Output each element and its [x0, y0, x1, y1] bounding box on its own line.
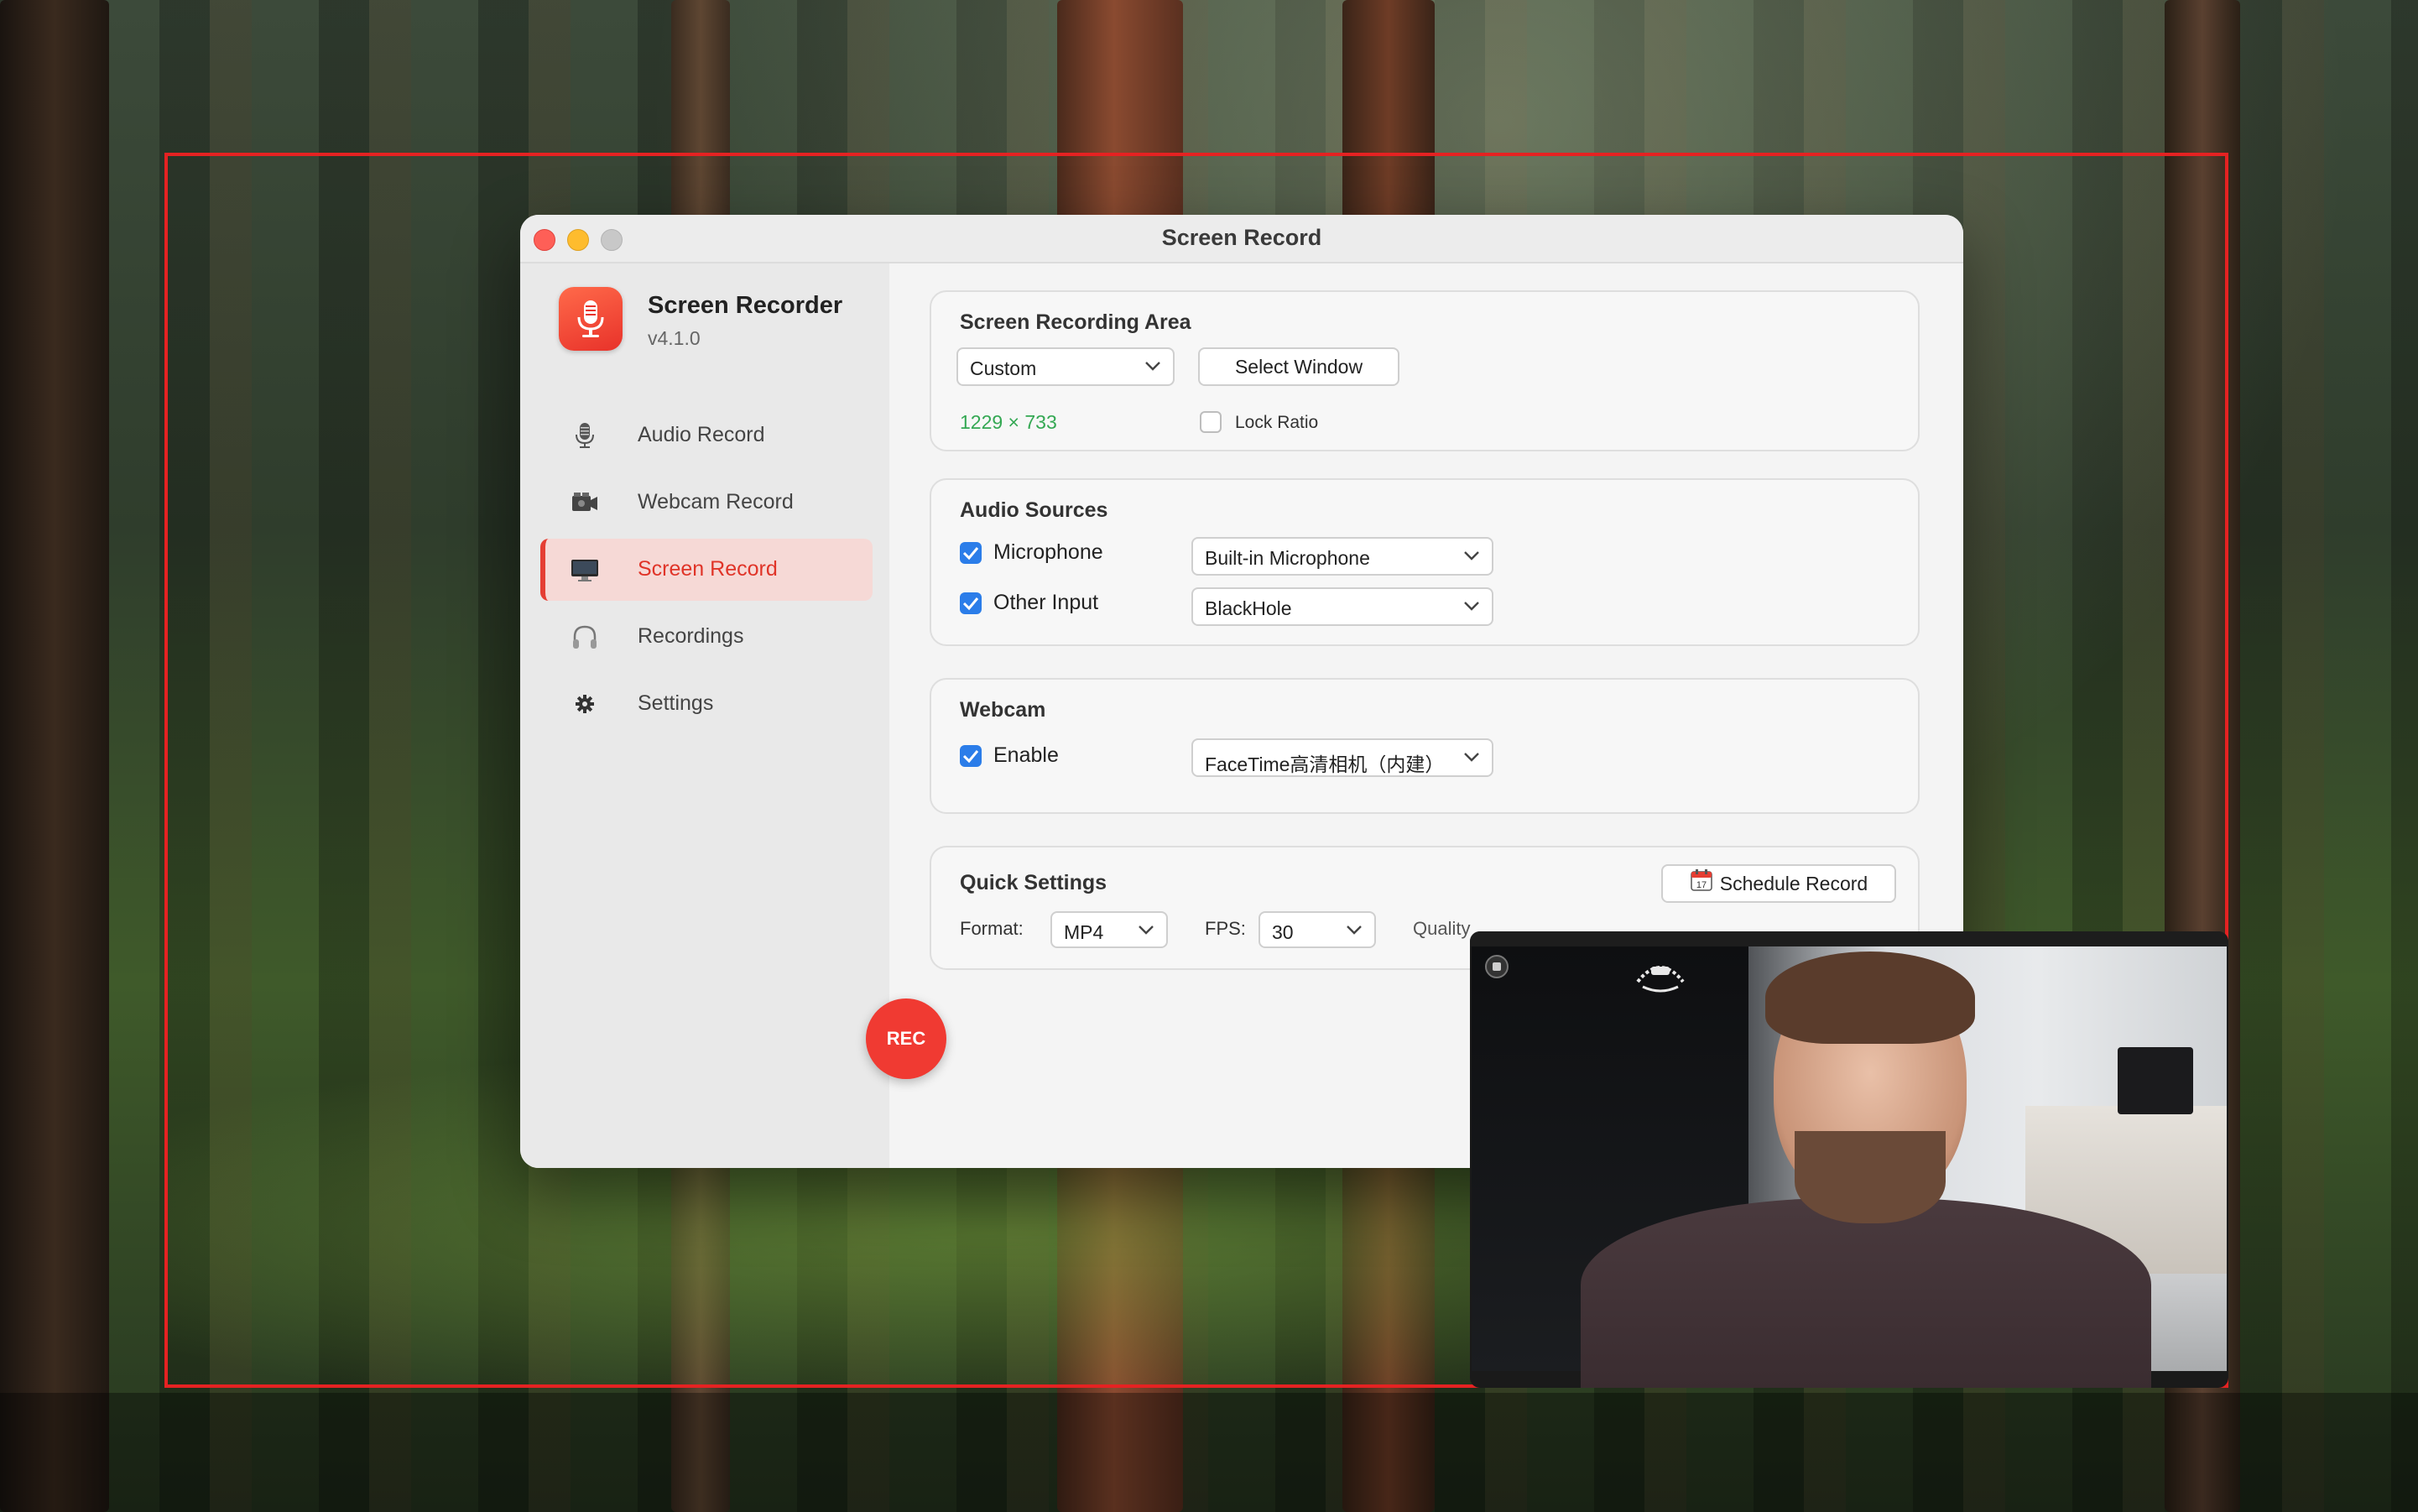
chevron-down-icon — [1346, 924, 1363, 940]
audio-sources-title: Audio Sources — [960, 498, 1108, 522]
chevron-down-icon — [1138, 924, 1154, 940]
sidebar: Screen Recorder v4.1.0 Audio Record Webc… — [520, 263, 889, 1168]
select-window-button[interactable]: Select Window — [1198, 347, 1399, 386]
monitor-icon — [571, 555, 599, 584]
quality-label: Quality — [1413, 918, 1471, 939]
app-name: Screen Recorder — [648, 292, 843, 319]
schedule-record-button[interactable]: 17 Schedule Record — [1661, 864, 1896, 903]
recording-mode-select[interactable]: Custom — [956, 347, 1175, 386]
sidebar-item-screen-record[interactable]: Screen Record — [540, 539, 873, 601]
webcam-preview-bar — [1470, 931, 2228, 946]
recording-mode-value: Custom — [970, 357, 1037, 379]
chevron-down-icon — [1463, 751, 1480, 767]
fps-label: FPS: — [1205, 918, 1246, 939]
app-logo-icon — [559, 287, 623, 351]
chevron-down-icon — [1463, 600, 1480, 616]
webcam-device-value: FaceTime高清相机（内建） — [1205, 753, 1445, 775]
sidebar-item-label: Recordings — [638, 624, 744, 648]
other-input-device-select[interactable]: BlackHole — [1191, 587, 1493, 626]
format-value: MP4 — [1064, 921, 1104, 943]
sidebar-item-label: Screen Record — [638, 557, 778, 581]
other-input-checkbox[interactable] — [960, 592, 982, 614]
chevron-down-icon — [1463, 550, 1480, 566]
recording-area-title: Screen Recording Area — [960, 310, 1191, 334]
sidebar-item-recordings[interactable]: Recordings — [540, 606, 868, 668]
sidebar-item-webcam-record[interactable]: Webcam Record — [540, 472, 868, 534]
webcam-card: Webcam Enable FaceTime高清相机（内建） — [930, 678, 1920, 814]
microphone-device-select[interactable]: Built-in Microphone — [1191, 537, 1493, 576]
gear-icon — [571, 690, 599, 718]
webcam-enable-checkbox[interactable] — [960, 745, 982, 767]
webcam-video — [1472, 946, 2227, 1388]
fps-select[interactable]: 30 — [1259, 911, 1376, 948]
microphone-device-value: Built-in Microphone — [1205, 547, 1370, 569]
format-label: Format: — [960, 918, 1024, 939]
other-input-device-value: BlackHole — [1205, 597, 1292, 619]
window-title: Screen Record — [1161, 225, 1322, 250]
webcam-close-icon[interactable] — [1485, 955, 1509, 978]
microphone-label: Microphone — [993, 540, 1103, 564]
background-tree — [0, 0, 109, 1512]
record-button[interactable]: REC — [866, 998, 946, 1079]
webcam-title: Webcam — [960, 698, 1046, 722]
lock-ratio-checkbox[interactable] — [1200, 411, 1222, 433]
schedule-record-label: Schedule Record — [1719, 873, 1868, 894]
webcam-device-select[interactable]: FaceTime高清相机（内建） — [1191, 738, 1493, 777]
microphone-checkbox[interactable] — [960, 542, 982, 564]
fps-value: 30 — [1272, 921, 1294, 943]
background-shade — [0, 1393, 2418, 1512]
headphones-icon — [571, 623, 599, 651]
recording-dimensions: 1229 × 733 — [960, 411, 1057, 433]
chevron-down-icon — [1144, 360, 1161, 376]
sidebar-item-label: Settings — [638, 691, 714, 715]
sidebar-item-audio-record[interactable]: Audio Record — [540, 404, 868, 467]
webcam-icon — [571, 488, 599, 517]
svg-text:17: 17 — [1696, 880, 1707, 890]
webcam-enable-label: Enable — [993, 743, 1059, 767]
webcam-preview[interactable] — [1470, 931, 2228, 1388]
chair-logo-icon — [1631, 957, 1690, 995]
sidebar-item-label: Webcam Record — [638, 490, 794, 514]
other-input-label: Other Input — [993, 591, 1099, 614]
format-select[interactable]: MP4 — [1050, 911, 1168, 948]
app-version: v4.1.0 — [648, 327, 701, 349]
lock-ratio-label: Lock Ratio — [1235, 413, 1319, 432]
sidebar-item-settings[interactable]: Settings — [540, 673, 868, 735]
recording-area-card: Screen Recording Area Custom Select Wind… — [930, 290, 1920, 451]
calendar-icon: 17 — [1690, 868, 1713, 903]
sidebar-item-label: Audio Record — [638, 423, 765, 446]
quick-settings-title: Quick Settings — [960, 871, 1107, 894]
microphone-icon — [571, 421, 599, 450]
title-bar[interactable]: Screen Record — [520, 215, 1963, 263]
audio-sources-card: Audio Sources Microphone Built-in Microp… — [930, 478, 1920, 646]
